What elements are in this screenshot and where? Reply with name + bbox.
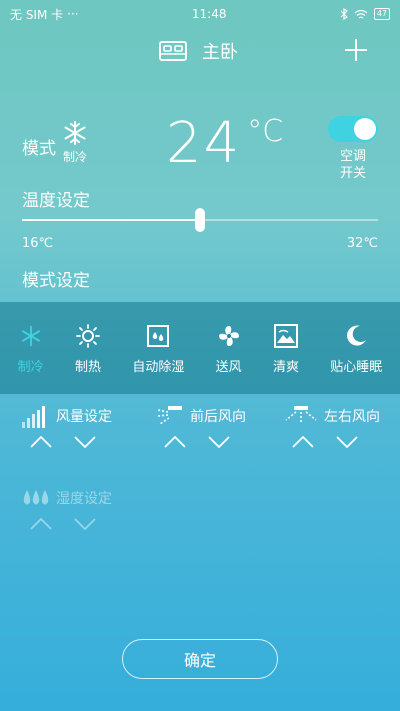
fan-icon (218, 325, 239, 346)
room-title: 主卧 (202, 42, 238, 63)
mode-option-heat[interactable]: 制热 (75, 322, 101, 375)
toggle-knob (354, 118, 376, 140)
confirm-button[interactable]: 确定 (122, 639, 278, 679)
clock: 11:48 (191, 7, 227, 21)
signal-bars-icon (22, 406, 45, 428)
horizontal-swing-icon (285, 406, 317, 424)
fan-speed-control: 风量设定 (22, 404, 112, 448)
horizontal-swing-label: 左右风向 (324, 409, 380, 425)
moon-icon (347, 325, 367, 346)
horizontal-swing-control: 左右风向 (284, 404, 380, 448)
top-bar: 主卧 (0, 32, 400, 72)
status-bar: 无 SIM 卡 ··· 11:48 47 (0, 0, 400, 28)
mode-selector: 制冷 制热 自动除湿 送风 清爽 贴心睡眠 (0, 302, 400, 394)
humidity-label: 湿度设定 (56, 491, 112, 507)
power-label: 空调 开关 (340, 148, 366, 182)
horizontal-swing-up-button[interactable] (292, 436, 314, 448)
droplet-icon (147, 324, 170, 347)
mode-option-label: 贴心睡眠 (330, 359, 383, 375)
status-left: 无 SIM 卡 ··· (10, 6, 79, 23)
mode-option-cool[interactable]: 制冷 (18, 322, 44, 375)
mode-option-sleep[interactable]: 贴心睡眠 (330, 322, 382, 375)
mode-option-dry[interactable]: 自动除湿 (132, 322, 184, 375)
wifi-icon (354, 9, 368, 19)
bluetooth-icon (340, 8, 348, 20)
vertical-swing-down-button[interactable] (208, 436, 230, 448)
vertical-swing-label: 前后风向 (190, 409, 246, 425)
mode-option-label: 自动除湿 (132, 359, 185, 375)
horizontal-swing-down-button[interactable] (336, 436, 358, 448)
airflow-controls: 风量设定 前后风向 左右风向 (0, 404, 400, 464)
mode-option-label: 制热 (74, 359, 101, 375)
mode-current-text: 制冷 (62, 150, 87, 164)
slider-fill (22, 219, 200, 221)
snowflake-icon (21, 325, 40, 346)
temperature-setting-label: 温度设定 (22, 191, 90, 211)
droplets-icon (23, 490, 49, 505)
more-icon: ··· (67, 7, 79, 21)
power-toggle[interactable] (328, 116, 378, 142)
temperature-value: 24 (166, 111, 242, 176)
mode-option-label: 清爽 (272, 359, 299, 375)
vertical-swing-control: 前后风向 (156, 404, 246, 448)
mode-option-label: 送风 (215, 359, 242, 375)
mode-setting-label: 模式设定 (22, 271, 90, 291)
vertical-swing-up-button[interactable] (164, 436, 186, 448)
landscape-icon (273, 323, 298, 348)
humidity-up-button[interactable] (30, 518, 52, 530)
power-label-line2: 开关 (339, 166, 366, 181)
humidity-control: 湿度设定 (22, 486, 112, 530)
bed-icon (159, 41, 187, 61)
battery-icon: 47 (373, 8, 390, 20)
temperature-slider[interactable] (22, 208, 378, 232)
humidity-down-button[interactable] (74, 518, 96, 530)
current-mode: 模式 制冷 (22, 120, 88, 165)
temperature-unit: °C (247, 114, 284, 149)
vertical-swing-icon (157, 406, 182, 425)
sun-icon (76, 323, 100, 348)
fan-speed-label: 风量设定 (56, 409, 112, 425)
power-control: 空调 开关 (328, 116, 378, 182)
fan-speed-up-button[interactable] (30, 436, 52, 448)
room-selector[interactable]: 主卧 (158, 38, 238, 64)
mode-label: 模式 (22, 139, 56, 159)
slider-min-label: 16℃ (22, 236, 54, 251)
power-label-line1: 空调 (339, 149, 366, 164)
carrier-text: 无 SIM 卡 (10, 7, 64, 22)
mode-option-label: 制冷 (17, 359, 44, 375)
mode-indicator: 制冷 (62, 120, 88, 165)
mode-option-fan[interactable]: 送风 (216, 322, 242, 375)
add-button[interactable] (344, 38, 368, 62)
status-right: 47 (340, 8, 390, 20)
slider-max-label: 32℃ (346, 236, 378, 251)
mode-option-fresh[interactable]: 清爽 (273, 322, 299, 375)
temperature-display: 24 °C (166, 112, 283, 176)
fan-speed-down-button[interactable] (74, 436, 96, 448)
snowflake-icon (64, 121, 86, 145)
slider-thumb[interactable] (195, 208, 205, 232)
